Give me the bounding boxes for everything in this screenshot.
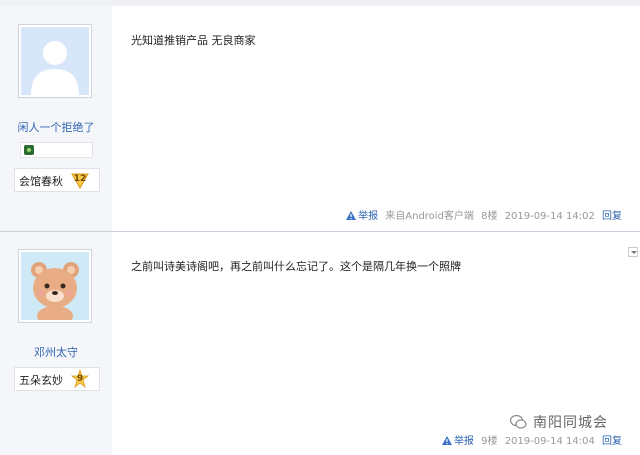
level-badge-icon: 12 (71, 171, 89, 189)
post-source: 来自Android客户端 (385, 211, 474, 222)
post-footer: 举报 9楼 2019-09-14 14:04 回复 (441, 432, 622, 447)
user-group: 五朵玄妙 9 (14, 367, 100, 391)
user-group: 会馆春秋 12 (14, 168, 100, 192)
post-content: 光知道推销产品 无良商家 举报 来自Android客户端 8楼 2019-09-… (112, 6, 640, 231)
post-timestamp: 2019-09-14 14:04 (504, 436, 595, 447)
post-message: 之前叫诗美诗阁吧，再之前叫什么忘记了。这个是隔几年换一个照牌 (131, 260, 461, 273)
post-timestamp: 2019-09-14 14:02 (504, 211, 595, 222)
floor-number: 8楼 (481, 211, 498, 222)
report-link[interactable]: 举报 (441, 436, 477, 447)
report-icon (346, 211, 357, 220)
username[interactable]: 邓州太守 (0, 344, 112, 360)
post-sidebar: 邓州太守 五朵玄妙 9 (0, 232, 112, 455)
report-link[interactable]: 举报 (346, 211, 381, 222)
medal-bar (20, 142, 93, 158)
post-sidebar: 闲人一个拒绝了 会馆春秋 12 (0, 6, 112, 231)
post-footer: 举报 来自Android客户端 8楼 2019-09-14 14:02 回复 (346, 207, 622, 222)
wechat-icon (510, 415, 527, 429)
bear-avatar-icon (21, 252, 89, 320)
report-label: 举报 (358, 211, 379, 222)
floor-number: 9楼 (481, 436, 498, 447)
group-name[interactable]: 会馆春秋 (19, 173, 63, 189)
post-message: 光知道推销产品 无良商家 (131, 34, 256, 47)
menu-toggle-icon[interactable] (628, 247, 638, 257)
post-floor-8: 闲人一个拒绝了 会馆春秋 12 光知道推销产品 无良商家 举报 来自Androi… (0, 6, 640, 231)
reply-link[interactable]: 回复 (602, 436, 622, 447)
report-icon (441, 436, 452, 445)
watermark: 南阳同城会 (510, 412, 608, 432)
group-name[interactable]: 五朵玄妙 (19, 372, 63, 388)
medal-icon[interactable] (24, 145, 34, 155)
default-avatar-icon (21, 27, 89, 95)
level-badge-icon: 9 (71, 370, 89, 388)
level-number: 9 (76, 374, 84, 384)
avatar[interactable] (18, 249, 92, 323)
watermark-text: 南阳同城会 (533, 415, 608, 431)
username[interactable]: 闲人一个拒绝了 (0, 119, 112, 135)
report-label: 举报 (453, 436, 474, 447)
avatar[interactable] (18, 24, 92, 98)
reply-link[interactable]: 回复 (602, 211, 622, 222)
level-number: 12 (73, 174, 87, 184)
